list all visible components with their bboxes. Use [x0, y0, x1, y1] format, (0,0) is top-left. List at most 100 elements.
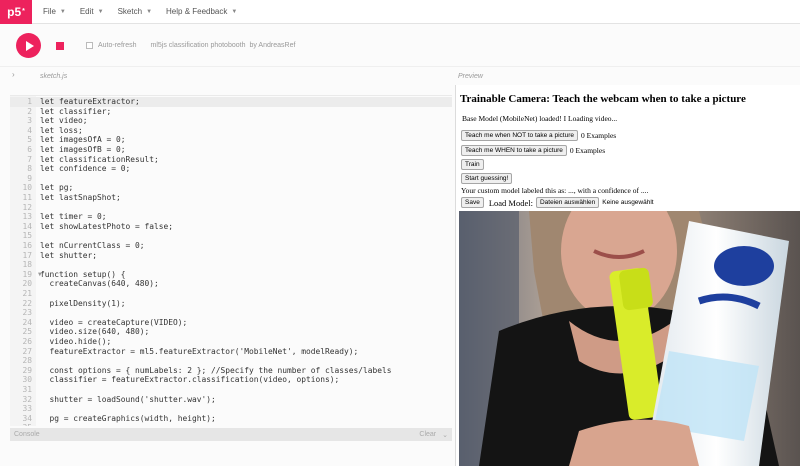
code-text: shutter = loadSound('shutter.wav'); — [40, 394, 216, 404]
play-icon — [25, 40, 34, 51]
stop-button[interactable] — [47, 33, 72, 58]
sketch-author[interactable]: by AndreasRef — [249, 42, 295, 49]
menu-file[interactable]: File ▼ — [36, 7, 73, 16]
code-text: let shutter; — [40, 250, 98, 260]
chevron-down-icon: ▼ — [97, 8, 104, 15]
code-line[interactable]: 14 let showLatestPhoto = false; — [10, 222, 452, 232]
webcam-frame — [459, 211, 800, 466]
line-number: 31 — [22, 385, 32, 394]
chevron-down-icon: ▼ — [231, 8, 238, 15]
code-line[interactable]: 21 — [10, 289, 452, 299]
code-line[interactable]: 6 let imagesOfB = 0; — [10, 145, 452, 155]
console-controls: Clear ⌄ — [419, 431, 448, 439]
code-line[interactable]: 29 const options = { numLabels: 2 }; //S… — [10, 366, 452, 376]
code-text: let video; — [40, 116, 88, 126]
code-text: video = createCapture(VIDEO); — [40, 317, 188, 327]
code-line[interactable]: 27 featureExtractor = ml5.featureExtract… — [10, 347, 452, 357]
code-text: let confidence = 0; — [40, 164, 131, 174]
code-line[interactable]: 24 video = createCapture(VIDEO); — [10, 318, 452, 328]
code-text: let classifier; — [40, 106, 112, 116]
sidebar-expand-icon[interactable]: › — [12, 70, 15, 79]
preview-label: Preview — [458, 72, 483, 80]
line-number: 32 — [22, 394, 32, 404]
teach-when-button[interactable]: Teach me WHEN to take a picture — [461, 145, 567, 156]
line-number: 2 — [27, 106, 32, 116]
webcam-canvas[interactable] — [459, 211, 800, 466]
auto-refresh-checkbox[interactable] — [86, 42, 93, 49]
line-number: 35 — [10, 423, 40, 426]
code-line[interactable]: 19 function setup() {▼ — [10, 270, 452, 280]
console-bar[interactable]: Console Clear ⌄ — [10, 428, 452, 441]
code-line[interactable]: 7 let classificationResult; — [10, 155, 452, 165]
menu-sketch-label: Sketch — [117, 7, 143, 16]
code-line[interactable]: 35 — [10, 423, 452, 426]
code-text: pixelDensity(1); — [40, 298, 126, 308]
menu-sketch[interactable]: Sketch ▼ — [111, 7, 159, 16]
code-text: video.hide(); — [40, 337, 112, 346]
code-text: classifier = featureExtractor.classifica… — [40, 375, 340, 385]
preview-title: Trainable Camera: Teach the webcam when … — [460, 93, 746, 105]
start-guessing-button[interactable]: Start guessing! — [461, 173, 513, 184]
code-line[interactable]: 16 let nCurrentClass = 0; — [10, 241, 452, 251]
code-line[interactable]: 10 let pg; — [10, 183, 452, 193]
p5-logo[interactable]: p5 * — [0, 0, 32, 24]
menu-edit[interactable]: Edit ▼ — [73, 7, 111, 16]
code-line[interactable]: 25 video.size(640, 480); — [10, 327, 452, 337]
code-line[interactable]: 31 — [10, 385, 452, 395]
code-line[interactable]: 33 — [10, 404, 452, 414]
console-label: Console — [14, 431, 40, 438]
code-line[interactable]: 13 let timer = 0; — [10, 212, 452, 222]
code-text: let imagesOfB = 0; — [40, 145, 126, 154]
p5-editor-window: p5 * File ▼ Edit ▼ Sketch ▼ Help & Feedback ▼… — [0, 0, 800, 466]
line-number: 21 — [22, 289, 32, 298]
save-model-button[interactable]: Save — [461, 197, 484, 208]
line-number: 30 — [22, 375, 32, 385]
line-number: 15 — [22, 231, 32, 241]
code-line[interactable]: 34 pg = createGraphics(width, height); — [10, 414, 452, 424]
main-menu: File ▼ Edit ▼ Sketch ▼ Help & Feedback ▼ — [36, 7, 244, 16]
code-line[interactable]: 18 — [10, 260, 452, 270]
line-number: 16 — [22, 241, 32, 250]
code-line[interactable]: 22 pixelDensity(1); — [10, 299, 452, 309]
sketch-name[interactable]: ml5js classification photobooth — [151, 42, 246, 49]
code-text: let imagesOfA = 0; — [40, 135, 126, 145]
menu-bar: p5 * File ▼ Edit ▼ Sketch ▼ Help & Feedback ▼ — [0, 0, 800, 24]
line-number: 1 — [27, 97, 32, 106]
code-line[interactable]: 23 — [10, 308, 452, 318]
code-line[interactable]: 3 let video; — [10, 116, 452, 126]
line-number: 22 — [22, 298, 32, 308]
console-clear-button[interactable]: Clear — [419, 431, 436, 438]
class-b-count: 0 Examples — [569, 146, 606, 155]
choose-files-button[interactable]: Dateien auswählen — [535, 197, 600, 208]
fold-arrow-icon[interactable]: ▼ — [38, 270, 42, 280]
line-number: 7 — [27, 154, 32, 164]
code-line[interactable]: 1 let featureExtractor; — [10, 97, 452, 107]
play-button[interactable] — [16, 33, 41, 58]
code-line[interactable]: 17 let shutter; — [10, 251, 452, 261]
code-line[interactable]: 28 — [10, 356, 452, 366]
code-editor[interactable]: 1 let featureExtractor; 2 let classifier; 3 l… — [10, 95, 452, 426]
code-line[interactable]: 2 let classifier; — [10, 107, 452, 117]
menu-help[interactable]: Help & Feedback ▼ — [159, 7, 244, 16]
line-number: 28 — [22, 356, 32, 366]
highlighter-cap — [619, 267, 653, 311]
chevron-down-icon: ▼ — [146, 8, 153, 15]
train-button[interactable]: Train — [461, 159, 484, 170]
code-line[interactable]: 11 let lastSnapShot; — [10, 193, 452, 203]
code-line[interactable]: 9 — [10, 174, 452, 184]
code-line[interactable]: 30 classifier = featureExtractor.classif… — [10, 375, 452, 385]
code-text: let loss; — [40, 125, 83, 135]
line-number: 18 — [22, 260, 32, 270]
code-line[interactable]: 5 let imagesOfA = 0; — [10, 135, 452, 145]
code-line[interactable]: 4 let loss; — [10, 126, 452, 136]
code-line[interactable]: 20 createCanvas(640, 480); — [10, 279, 452, 289]
code-line[interactable]: 32 shutter = loadSound('shutter.wav'); — [10, 395, 452, 405]
code-line[interactable]: 15 — [10, 231, 452, 241]
code-text: function setup() { — [40, 269, 126, 279]
chevron-down-icon[interactable]: ⌄ — [442, 431, 448, 439]
code-text: let classificationResult; — [40, 154, 159, 164]
teach-not-button[interactable]: Teach me when NOT to take a picture — [461, 130, 578, 141]
code-line[interactable]: 12 — [10, 203, 452, 213]
code-line[interactable]: 8 let confidence = 0; — [10, 164, 452, 174]
code-line[interactable]: 26 video.hide(); — [10, 337, 452, 347]
